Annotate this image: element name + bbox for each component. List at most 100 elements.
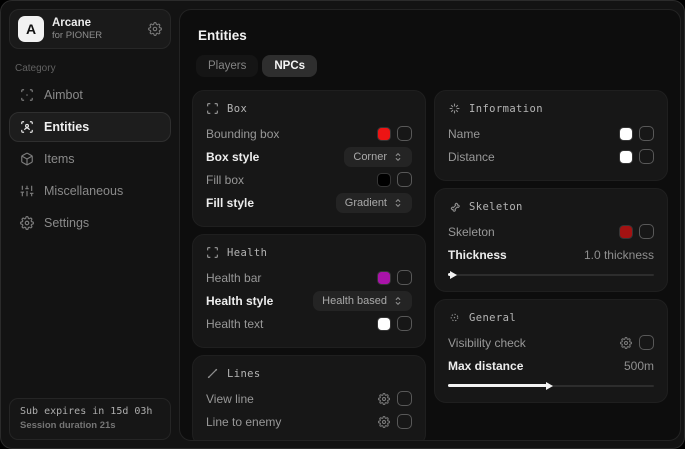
thickness-slider[interactable] [448, 270, 654, 279]
sidebar-item-entities[interactable]: Entities [9, 112, 171, 142]
row-label: View line [206, 392, 254, 406]
name-checkbox[interactable] [639, 126, 654, 141]
row-health-bar: Health bar [206, 266, 412, 289]
sidebar-item-label: Miscellaneous [44, 184, 123, 198]
slider-handle[interactable] [448, 273, 451, 276]
row-max-distance: Max distance 500m [448, 354, 654, 377]
tab-bar: Players NPCs [196, 55, 668, 77]
arcane-logo: A [18, 16, 44, 42]
row-label: Line to enemy [206, 415, 281, 429]
card-title: Information [469, 103, 543, 115]
bone-icon [448, 200, 461, 213]
thickness-value: 1.0 thickness [584, 248, 654, 262]
fill-style-select[interactable]: Gradient [336, 193, 412, 213]
row-health-text: Health text [206, 312, 412, 335]
health-style-select[interactable]: Health based [313, 291, 412, 311]
color-swatch[interactable] [378, 174, 390, 186]
row-box-style: Box style Corner [206, 145, 412, 168]
card-title: Lines [227, 368, 261, 380]
row-view-line: View line [206, 387, 412, 410]
sidebar-item-aimbot[interactable]: Aimbot [9, 80, 171, 110]
visibility-check-checkbox[interactable] [639, 335, 654, 350]
health-bar-checkbox[interactable] [397, 270, 412, 285]
sidebar-item-miscellaneous[interactable]: Miscellaneous [9, 176, 171, 206]
session-duration-text: Session duration 21s [20, 420, 160, 431]
row-label: Health style [206, 294, 273, 308]
card-title: General [469, 312, 516, 324]
tab-npcs[interactable]: NPCs [262, 55, 317, 77]
gear-icon [20, 216, 34, 230]
card-general: General Visibility check Max distance [434, 299, 668, 403]
row-label: Distance [448, 150, 495, 164]
card-title: Health [227, 247, 267, 259]
diagonal-line-icon [206, 367, 219, 380]
brand-name: Arcane [52, 17, 102, 29]
subscription-card: Sub expires in 15d 03h Session duration … [9, 398, 171, 440]
health-text-checkbox[interactable] [397, 316, 412, 331]
right-column: Information Name Distance [434, 90, 668, 403]
tab-players[interactable]: Players [196, 55, 258, 77]
line-to-enemy-checkbox[interactable] [397, 414, 412, 429]
row-label: Skeleton [448, 225, 495, 239]
row-bounding-box: Bounding box [206, 122, 412, 145]
row-line-to-enemy: Line to enemy [206, 410, 412, 433]
row-label: Max distance [448, 359, 523, 373]
cube-icon [20, 152, 34, 166]
sidebar-item-items[interactable]: Items [9, 144, 171, 174]
fill-box-checkbox[interactable] [397, 172, 412, 187]
color-swatch[interactable] [378, 318, 390, 330]
card-skeleton: Skeleton Skeleton Thickness 1.0 thicknes… [434, 188, 668, 292]
row-name: Name [448, 122, 654, 145]
category-label: Category [15, 63, 165, 74]
sidebar-item-settings[interactable]: Settings [9, 208, 171, 238]
card-health: Health Health bar Health style Health ba… [192, 234, 426, 348]
dotted-sun-icon [448, 311, 461, 324]
sidebar-item-label: Settings [44, 216, 89, 230]
card-box: Box Bounding box Box style Corner [192, 90, 426, 227]
page-title: Entities [198, 28, 668, 43]
color-swatch[interactable] [620, 151, 632, 163]
slider-handle[interactable] [448, 384, 547, 387]
color-swatch[interactable] [378, 128, 390, 140]
brand-text: Arcane for PIONER [52, 17, 102, 41]
sidebar-item-label: Items [44, 152, 75, 166]
skeleton-checkbox[interactable] [639, 224, 654, 239]
select-value: Corner [353, 151, 387, 163]
row-label: Health text [206, 317, 263, 331]
gear-icon[interactable] [620, 337, 632, 349]
crosshair-scan-icon [20, 88, 34, 102]
max-distance-value: 500m [624, 359, 654, 373]
gear-icon[interactable] [378, 416, 390, 428]
row-thickness: Thickness 1.0 thickness [448, 243, 654, 266]
color-swatch[interactable] [620, 226, 632, 238]
card-title: Box [227, 103, 247, 115]
color-swatch[interactable] [378, 272, 390, 284]
color-swatch[interactable] [620, 128, 632, 140]
row-label: Thickness [448, 248, 507, 262]
max-distance-slider[interactable] [448, 381, 654, 390]
select-value: Health based [322, 295, 387, 307]
select-value: Gradient [345, 197, 387, 209]
sub-expires-text: Sub expires in 15d 03h [20, 406, 160, 417]
bounding-box-checkbox[interactable] [397, 126, 412, 141]
app-window: A Arcane for PIONER Category Aimbot [0, 0, 685, 449]
row-skeleton: Skeleton [448, 220, 654, 243]
distance-checkbox[interactable] [639, 149, 654, 164]
sidebar-item-label: Aimbot [44, 88, 83, 102]
view-line-checkbox[interactable] [397, 391, 412, 406]
card-lines: Lines View line Line to enemy [192, 355, 426, 441]
person-scan-icon [20, 120, 34, 134]
unfold-icon [393, 152, 403, 162]
row-fill-box: Fill box [206, 168, 412, 191]
row-label: Box style [206, 150, 259, 164]
gear-icon[interactable] [378, 393, 390, 405]
unfold-icon [393, 198, 403, 208]
row-fill-style: Fill style Gradient [206, 191, 412, 214]
sliders-icon [20, 184, 34, 198]
row-label: Bounding box [206, 127, 279, 141]
corner-brackets-icon [206, 246, 219, 259]
brand-card: A Arcane for PIONER [9, 9, 171, 49]
box-style-select[interactable]: Corner [344, 147, 412, 167]
brand-subtitle: for PIONER [52, 30, 102, 41]
gear-icon[interactable] [148, 22, 162, 36]
